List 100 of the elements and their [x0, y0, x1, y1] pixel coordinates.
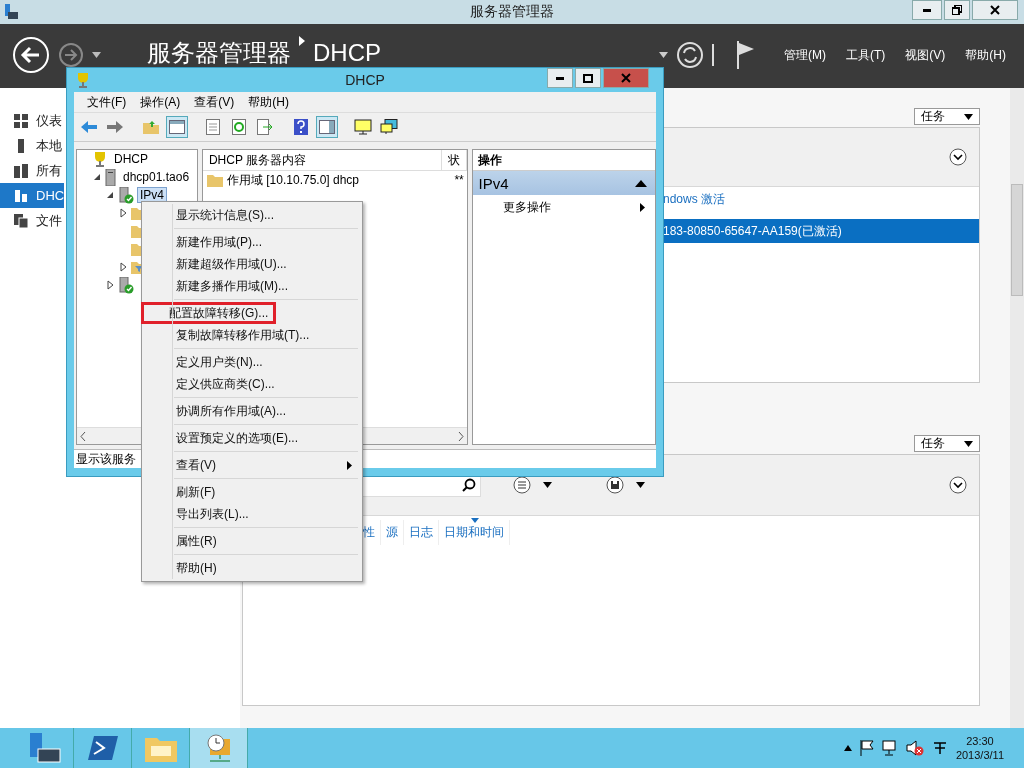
back-button[interactable] [12, 36, 50, 74]
server-check-icon [118, 186, 134, 204]
menu-item[interactable]: 复制故障转移作用域(T)... [144, 324, 360, 346]
folder-icon [206, 173, 223, 187]
menu-item[interactable]: 查看(V) [189, 93, 240, 111]
collapse-icon[interactable] [635, 179, 647, 187]
header-menu[interactable]: 工具(T) [840, 46, 892, 64]
app-icon [4, 4, 18, 20]
action-pane-button[interactable] [316, 116, 338, 138]
help-icon [294, 119, 308, 135]
expand-arrow-icon[interactable] [105, 280, 115, 290]
action-item[interactable]: 更多操作 [472, 195, 655, 219]
forward-arrow-icon [107, 121, 123, 133]
column-header[interactable]: DHCP 服务器内容 [202, 150, 443, 170]
network-icon[interactable] [881, 740, 898, 756]
maximize-button[interactable] [575, 68, 601, 88]
scrollbar[interactable] [1010, 88, 1024, 728]
menu-item[interactable]: 定义供应商类(C)... [144, 373, 360, 395]
header-divider [712, 44, 714, 66]
sidebar-item[interactable]: DHC [0, 183, 65, 208]
menu-item[interactable]: 帮助(H) [144, 557, 360, 579]
close-button[interactable] [603, 68, 649, 88]
scroll-right-icon[interactable] [457, 431, 464, 441]
forward-button[interactable] [58, 42, 84, 68]
files-icon [14, 213, 28, 228]
monitor-icon [354, 119, 372, 135]
pane-icon [169, 120, 185, 134]
collapse-chevron-icon[interactable] [949, 148, 967, 166]
maximize-icon [583, 73, 593, 83]
back-arrow-icon [81, 121, 97, 133]
column-header[interactable]: 日期和时间 [439, 520, 510, 545]
monitors-icon [380, 119, 398, 135]
sidebar-item[interactable]: 仪表 [0, 108, 62, 133]
list-item[interactable]: 作用域 [10.10.75.0] dhcp [202, 171, 451, 189]
notifications-flag-icon[interactable] [736, 41, 756, 69]
scroll-left-icon[interactable] [80, 431, 86, 441]
export-icon [257, 119, 273, 135]
grid-icon [14, 113, 28, 128]
caret-icon [543, 482, 552, 488]
refresh-button[interactable] [676, 41, 704, 69]
save-icon[interactable] [606, 476, 624, 494]
flag-icon[interactable] [859, 740, 874, 756]
servers-icon [14, 163, 28, 178]
menu-item[interactable]: 定义用户类(N)... [144, 351, 360, 373]
minimize-button[interactable] [547, 68, 573, 88]
header-menu[interactable]: 管理(M) [778, 46, 832, 64]
sidebar-item[interactable]: 本地 [0, 133, 62, 158]
tasks-button[interactable]: 任务 [914, 435, 980, 452]
restore-icon [952, 5, 962, 15]
column-header[interactable]: 源 [381, 520, 404, 545]
clock[interactable]: 23:30 2013/3/11 [955, 734, 1004, 762]
restore-button[interactable] [944, 0, 970, 20]
menu-item[interactable]: 导出列表(L)... [144, 503, 360, 525]
close-button[interactable] [972, 0, 1018, 20]
tree-item[interactable]: dhcp01.tao6 [120, 169, 193, 185]
menu-item[interactable]: 协调所有作用域(A)... [144, 400, 360, 422]
tree-item[interactable]: DHCP [111, 151, 151, 167]
server-icon [105, 168, 117, 186]
header-menu[interactable]: 视图(V) [899, 46, 952, 64]
collapse-arrow-icon[interactable] [105, 190, 115, 200]
input-method-icon[interactable] [931, 740, 948, 756]
minimize-icon [923, 8, 931, 12]
close-icon [990, 5, 1000, 15]
list-options-icon[interactable] [513, 476, 531, 494]
menu-item[interactable]: 新建作用域(P)... [144, 231, 360, 253]
column-header[interactable]: 日志 [404, 520, 439, 545]
sidebar-item[interactable]: 所有 [0, 158, 62, 183]
collapse-chevron-icon[interactable] [949, 476, 967, 494]
menu-item[interactable]: 帮助(H) [243, 93, 294, 111]
dropdown-caret-icon [659, 52, 668, 58]
caret-icon [964, 113, 973, 120]
actions-section-header[interactable]: IPv4 [472, 171, 655, 195]
console-tree-button[interactable] [166, 116, 188, 138]
menu-item[interactable]: 属性(R) [144, 530, 360, 552]
minimize-button[interactable] [912, 0, 942, 20]
collapse-arrow-icon[interactable] [92, 172, 102, 182]
refresh-icon [232, 119, 246, 135]
pane-icon [319, 120, 335, 134]
column-header[interactable]: 状 [442, 150, 467, 170]
header-menu[interactable]: 帮助(H) [959, 46, 1012, 64]
sidebar-item[interactable]: 文件 [0, 208, 62, 233]
speaker-muted-icon[interactable] [905, 740, 924, 756]
menu-item[interactable]: 设置预定义的选项(E)... [144, 427, 360, 449]
menu-item[interactable]: 刷新(F) [144, 481, 360, 503]
expand-arrow-icon[interactable] [118, 208, 128, 218]
history-caret-icon [92, 52, 101, 58]
show-hidden-icons-icon[interactable] [843, 745, 852, 751]
server-icon [14, 188, 28, 203]
close-icon [621, 73, 631, 83]
trophy-icon [75, 72, 91, 88]
breadcrumb-item[interactable]: DHCP [313, 40, 381, 66]
breadcrumb-item[interactable]: 服务器管理器 [147, 40, 291, 66]
menu-item[interactable]: 显示统计信息(S)... [144, 204, 360, 226]
expand-arrow-icon[interactable] [118, 262, 128, 272]
menu-item[interactable]: 操作(A) [135, 93, 186, 111]
document-icon [206, 119, 220, 135]
tasks-button[interactable]: 任务 [914, 108, 980, 125]
menu-item[interactable]: 新建超级作用域(U)... [144, 253, 360, 275]
menu-item[interactable]: 文件(F) [82, 93, 132, 111]
menu-item[interactable]: 新建多播作用域(M)... [144, 275, 360, 297]
